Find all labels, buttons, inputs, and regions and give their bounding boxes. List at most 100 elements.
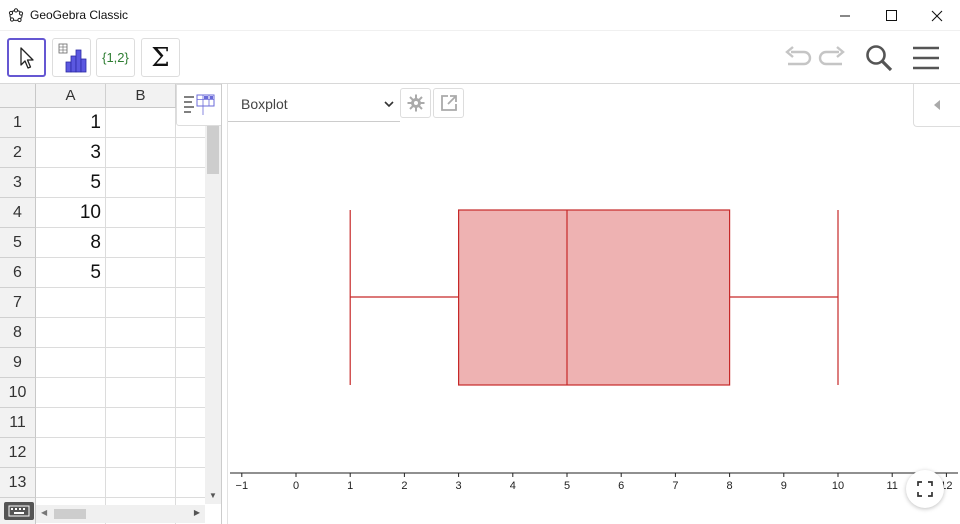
x-tick-label: 3 xyxy=(456,480,462,492)
main-menu-button[interactable] xyxy=(909,41,943,75)
scroll-right-arrow-icon[interactable]: ▶ xyxy=(194,508,200,517)
row-header[interactable]: 11 xyxy=(0,408,36,438)
cell-b1[interactable] xyxy=(106,108,176,138)
sum-icon: Σ xyxy=(151,42,170,73)
fullscreen-button[interactable] xyxy=(906,470,944,508)
vertical-scroll-thumb[interactable] xyxy=(207,126,219,174)
create-list-tool-button[interactable]: {1,2} xyxy=(96,38,135,77)
spreadsheet-style-bar-toggle[interactable] xyxy=(176,84,221,126)
cell-a6[interactable]: 5 xyxy=(36,258,106,288)
cell-a13[interactable] xyxy=(36,468,106,498)
cell-b5[interactable] xyxy=(106,228,176,258)
cell-a8[interactable] xyxy=(36,318,106,348)
horizontal-scroll-thumb[interactable] xyxy=(54,509,86,519)
keyboard-icon xyxy=(8,505,30,517)
spreadsheet-corner[interactable] xyxy=(0,84,36,108)
cell-b13[interactable] xyxy=(106,468,176,498)
row-header[interactable]: 3 xyxy=(0,168,36,198)
row-header[interactable]: 1 xyxy=(0,108,36,138)
cell-a10[interactable] xyxy=(36,378,106,408)
minimize-button[interactable] xyxy=(822,0,868,31)
cell-b11[interactable] xyxy=(106,408,176,438)
scroll-left-arrow-icon[interactable]: ◀ xyxy=(41,508,47,517)
redo-button[interactable] xyxy=(816,41,850,75)
cell-a11[interactable] xyxy=(36,408,106,438)
gear-icon xyxy=(407,94,424,112)
row-header[interactable]: 5 xyxy=(0,228,36,258)
title-bar: GeoGebra Classic xyxy=(0,0,960,31)
boxplot-chart: −1 0 1 2 3 4 5 6 7 8 9 10 11 12 xyxy=(230,209,958,492)
x-tick-label: 5 xyxy=(564,480,570,492)
keyboard-button[interactable] xyxy=(4,502,34,520)
x-tick-label: 11 xyxy=(886,480,897,492)
scroll-down-arrow-icon[interactable]: ▼ xyxy=(209,491,217,500)
search-button[interactable] xyxy=(862,41,896,75)
cell-b3[interactable] xyxy=(106,168,176,198)
fullscreen-icon xyxy=(917,481,933,497)
maximize-icon xyxy=(885,10,897,21)
collapse-panel-button[interactable] xyxy=(913,84,960,127)
style-bar-icon xyxy=(184,94,215,115)
cell-a2[interactable]: 3 xyxy=(36,138,106,168)
x-tick-label: 0 xyxy=(293,480,299,492)
x-tick-label: 7 xyxy=(672,480,678,492)
external-link-icon xyxy=(440,95,457,111)
row-header[interactable]: 10 xyxy=(0,378,36,408)
column-header-b[interactable]: B xyxy=(106,84,176,108)
x-tick-label: 10 xyxy=(832,480,844,492)
x-tick-label: 1 xyxy=(347,480,353,492)
x-tick-label: 8 xyxy=(727,480,733,492)
cell-a3[interactable]: 5 xyxy=(36,168,106,198)
cell-b10[interactable] xyxy=(106,378,176,408)
data-analysis-view: −1 0 1 2 3 4 5 6 7 8 9 10 11 12 Boxplot xyxy=(228,84,960,524)
row-header[interactable]: 6 xyxy=(0,258,36,288)
cell-b8[interactable] xyxy=(106,318,176,348)
sum-tool-button[interactable]: Σ xyxy=(141,38,180,77)
row-header[interactable]: 13 xyxy=(0,468,36,498)
interquartile-box xyxy=(458,209,731,386)
row-header[interactable]: 9 xyxy=(0,348,36,378)
cell-a5[interactable]: 8 xyxy=(36,228,106,258)
x-tick-label: 2 xyxy=(401,480,407,492)
row-header[interactable]: 2 xyxy=(0,138,36,168)
export-button[interactable] xyxy=(433,88,464,118)
redo-icon xyxy=(818,46,845,66)
move-tool-button[interactable] xyxy=(7,38,46,77)
cell-b2[interactable] xyxy=(106,138,176,168)
search-icon xyxy=(866,45,893,72)
plot-settings-button[interactable] xyxy=(400,88,431,118)
list-label: {1,2} xyxy=(102,50,129,65)
cell-a1[interactable]: 1 xyxy=(36,108,106,138)
two-variable-stats-tool-button[interactable] xyxy=(52,38,91,77)
vertical-scrollbar[interactable]: ▼ xyxy=(205,126,221,504)
cell-b7[interactable] xyxy=(106,288,176,318)
maximize-button[interactable] xyxy=(868,0,914,31)
undo-icon xyxy=(785,46,812,66)
toolbar: {1,2} Σ xyxy=(0,31,960,84)
plot-type-select[interactable]: Boxplot xyxy=(228,88,400,122)
horizontal-scrollbar[interactable]: ◀ ▶ xyxy=(36,505,205,523)
close-button[interactable] xyxy=(914,0,960,31)
bar-chart-icon xyxy=(58,43,86,72)
cell-a7[interactable] xyxy=(36,288,106,318)
column-header-a[interactable]: A xyxy=(36,84,106,108)
row-header[interactable]: 7 xyxy=(0,288,36,318)
cell-b4[interactable] xyxy=(106,198,176,228)
undo-button[interactable] xyxy=(780,41,814,75)
minimize-icon xyxy=(839,15,850,17)
cell-a9[interactable] xyxy=(36,348,106,378)
cell-b9[interactable] xyxy=(106,348,176,378)
window-title: GeoGebra Classic xyxy=(30,8,129,22)
row-header[interactable]: 8 xyxy=(0,318,36,348)
cell-a4[interactable]: 10 xyxy=(36,198,106,228)
x-tick-label: 6 xyxy=(618,480,624,492)
close-icon xyxy=(931,10,943,21)
row-header[interactable]: 12 xyxy=(0,438,36,468)
x-tick-label: −1 xyxy=(236,480,249,492)
cell-a12[interactable] xyxy=(36,438,106,468)
hamburger-menu-icon xyxy=(913,46,939,70)
plot-type-value: Boxplot xyxy=(241,96,288,112)
cell-b12[interactable] xyxy=(106,438,176,468)
row-header[interactable]: 4 xyxy=(0,198,36,228)
cell-b6[interactable] xyxy=(106,258,176,288)
